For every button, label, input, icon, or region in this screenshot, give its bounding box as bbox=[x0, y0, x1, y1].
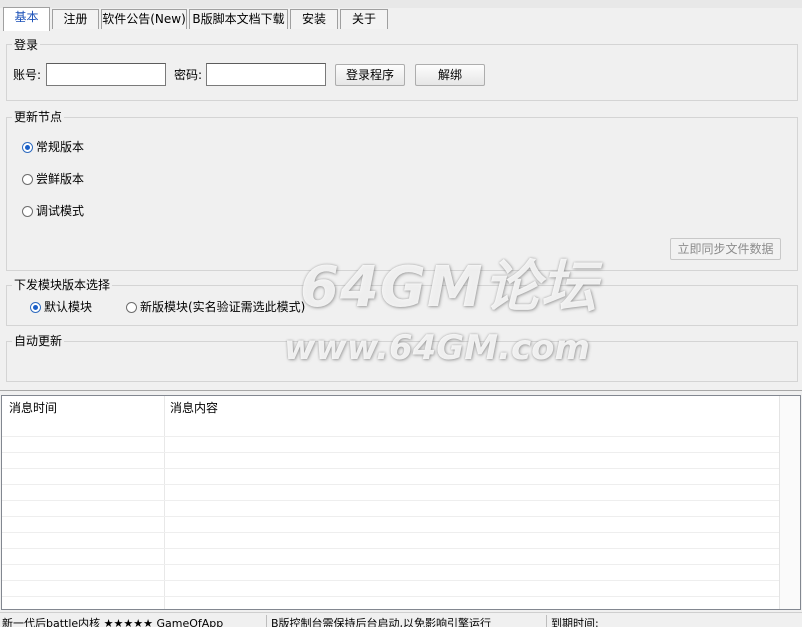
list-row-gridline bbox=[2, 580, 780, 581]
radio-default-module-dot[interactable] bbox=[30, 301, 41, 313]
auto-update-group-label: 自动更新 bbox=[12, 334, 65, 348]
vertical-scrollbar[interactable] bbox=[779, 396, 800, 609]
list-row-gridline bbox=[2, 484, 780, 485]
radio-debug-mode-dot[interactable] bbox=[22, 205, 33, 217]
login-button[interactable]: 登录程序 bbox=[335, 64, 405, 86]
watermark-logo-text: 64GM论坛 bbox=[300, 255, 598, 320]
radio-regular-version-dot[interactable] bbox=[22, 141, 33, 153]
tab-announcement[interactable]: 软件公告(New) bbox=[101, 9, 187, 29]
column-header-content[interactable]: 消息内容 bbox=[170, 401, 218, 415]
tab-about[interactable]: 关于 bbox=[340, 9, 388, 29]
watermark-url-text: www.64GM.com bbox=[284, 328, 590, 368]
login-group-label: 登录 bbox=[12, 38, 41, 52]
column-separator bbox=[164, 396, 165, 609]
radio-debug-mode-label: 调试模式 bbox=[36, 204, 85, 218]
list-row-gridline bbox=[2, 468, 780, 469]
status-separator bbox=[266, 615, 267, 627]
radio-new-module-dot[interactable] bbox=[126, 301, 137, 313]
message-list[interactable]: 消息时间 消息内容 bbox=[1, 395, 801, 610]
list-row-gridline bbox=[2, 516, 780, 517]
list-row-gridline bbox=[2, 564, 780, 565]
list-row-gridline bbox=[2, 500, 780, 501]
unbind-button[interactable]: 解绑 bbox=[415, 64, 485, 86]
radio-regular-version[interactable]: 常规版本 bbox=[22, 140, 84, 154]
tab-bar: 基本 注册 软件公告(New) B版脚本文档下载 安装 关于 bbox=[0, 7, 802, 31]
tab-script-docs[interactable]: B版脚本文档下载 bbox=[189, 9, 288, 29]
radio-default-module-label: 默认模块 bbox=[44, 300, 93, 314]
status-separator bbox=[546, 615, 547, 627]
list-row-gridline bbox=[2, 532, 780, 533]
module-select-group-label: 下发模块版本选择 bbox=[12, 278, 113, 292]
radio-preview-version-label: 尝鲜版本 bbox=[36, 172, 85, 186]
account-label: 账号: bbox=[13, 68, 42, 82]
update-node-group-label: 更新节点 bbox=[12, 110, 65, 124]
list-row-gridline bbox=[2, 596, 780, 597]
radio-regular-version-label: 常规版本 bbox=[36, 140, 85, 154]
status-bar: 新一代后battle内核 ★★★★★ GameOfApp B版控制台需保持后台启… bbox=[0, 612, 802, 627]
list-row-gridline bbox=[2, 436, 780, 437]
radio-new-module-label: 新版模块(实名验证需选此模式) bbox=[140, 300, 306, 314]
column-header-time[interactable]: 消息时间 bbox=[9, 401, 57, 415]
password-input[interactable] bbox=[206, 63, 326, 86]
list-row-gridline bbox=[2, 452, 780, 453]
account-input[interactable] bbox=[46, 63, 166, 86]
tab-register[interactable]: 注册 bbox=[52, 9, 99, 29]
tab-install[interactable]: 安装 bbox=[290, 9, 338, 29]
password-label: 密码: bbox=[174, 68, 203, 82]
radio-default-module[interactable]: 默认模块 bbox=[30, 300, 92, 314]
radio-preview-version[interactable]: 尝鲜版本 bbox=[22, 172, 84, 186]
list-row-gridline bbox=[2, 548, 780, 549]
radio-new-module[interactable]: 新版模块(实名验证需选此模式) bbox=[126, 300, 305, 314]
sync-files-button[interactable]: 立即同步文件数据 bbox=[670, 238, 781, 260]
radio-preview-version-dot[interactable] bbox=[22, 173, 33, 185]
tab-basic[interactable]: 基本 bbox=[3, 7, 50, 31]
radio-debug-mode[interactable]: 调试模式 bbox=[22, 204, 84, 218]
